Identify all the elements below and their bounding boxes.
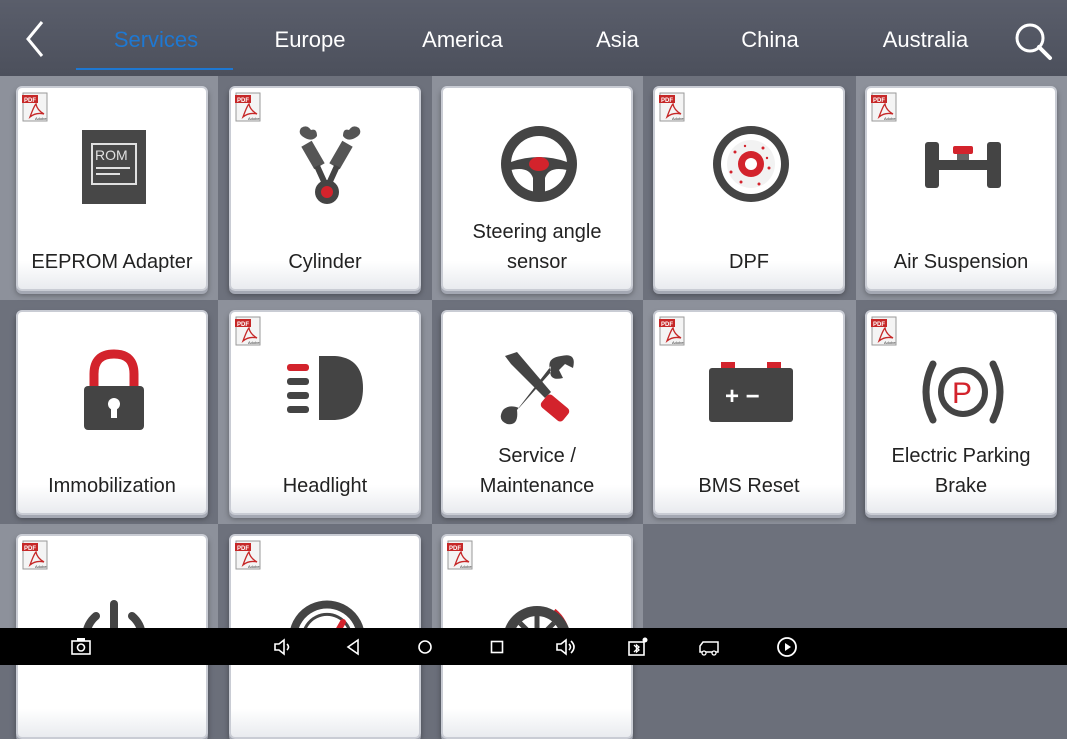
card-label: EEPROM Adapter bbox=[31, 251, 193, 273]
volume-down-icon[interactable] bbox=[272, 636, 294, 658]
steering-wheel-icon bbox=[501, 126, 577, 202]
card-label: Cylinder bbox=[288, 251, 362, 273]
svg-text:PDF: PDF bbox=[873, 322, 885, 328]
pdf-icon: PDF Adobe bbox=[22, 92, 48, 122]
card-label: Immobilization bbox=[48, 475, 176, 497]
air-suspension-icon bbox=[925, 142, 1001, 188]
svg-text:PDF: PDF bbox=[661, 322, 673, 328]
svg-text:Adobe: Adobe bbox=[248, 340, 260, 345]
headlight-icon bbox=[287, 356, 363, 420]
card-electric-parking-brake[interactable]: PDF Adobe P Electric Parking Brake bbox=[865, 310, 1057, 515]
pdf-icon: PDF Adobe bbox=[659, 316, 685, 346]
pdf-icon: PDF Adobe bbox=[235, 316, 261, 346]
card-label: Headlight bbox=[282, 475, 368, 497]
svg-text:Adobe: Adobe bbox=[884, 116, 896, 121]
card-label: Service / Maintenance bbox=[479, 445, 595, 497]
pdf-icon: PDF Adobe bbox=[447, 540, 473, 570]
battery-icon: + − bbox=[709, 362, 793, 422]
svg-text:PDF: PDF bbox=[24, 546, 36, 552]
tab-america[interactable]: America bbox=[405, 24, 520, 56]
svg-text:+ −: + − bbox=[725, 383, 760, 410]
card-service-maintenance[interactable]: Service / Maintenance bbox=[441, 310, 633, 515]
svg-text:Adobe: Adobe bbox=[248, 564, 260, 569]
pdf-icon: PDF Adobe bbox=[235, 540, 261, 570]
svg-text:PDF: PDF bbox=[661, 98, 673, 104]
pdf-icon: PDF Adobe bbox=[871, 92, 897, 122]
svg-text:Adobe: Adobe bbox=[248, 116, 260, 121]
card-label: Electric Parking Brake bbox=[891, 445, 1031, 497]
svg-text:Adobe: Adobe bbox=[884, 340, 896, 345]
top-bar: Services Europe America Asia China Austr… bbox=[0, 0, 1067, 76]
chevron-left-icon[interactable] bbox=[20, 18, 52, 60]
tab-china[interactable]: China bbox=[725, 24, 815, 56]
card-headlight[interactable]: PDF Adobe Headlight bbox=[229, 310, 421, 515]
bluetooth-vci-icon[interactable] bbox=[627, 636, 649, 658]
rom-chip-icon: ROM bbox=[78, 130, 150, 204]
svg-text:PDF: PDF bbox=[237, 98, 249, 104]
pdf-icon: PDF Adobe bbox=[659, 92, 685, 122]
svg-text:PDF: PDF bbox=[24, 98, 36, 104]
card-immobilization[interactable]: Immobilization bbox=[16, 310, 208, 515]
volume-up-icon[interactable] bbox=[555, 636, 577, 658]
card-label: DPF bbox=[729, 251, 769, 273]
tab-asia[interactable]: Asia bbox=[580, 24, 655, 56]
back-triangle-icon[interactable] bbox=[342, 636, 364, 658]
dpf-filter-icon bbox=[713, 126, 789, 202]
card-dpf[interactable]: PDF Adobe DPF bbox=[653, 86, 845, 291]
system-nav-bar bbox=[0, 628, 1067, 665]
card-eeprom-adapter[interactable]: PDF Adobe ROM EEPROM Adapter bbox=[16, 86, 208, 291]
pdf-icon: PDF Adobe bbox=[235, 92, 261, 122]
svg-text:PDF: PDF bbox=[449, 546, 461, 552]
card-label: Steering angle sensor bbox=[472, 221, 602, 273]
truck-icon[interactable] bbox=[698, 636, 720, 658]
lock-icon bbox=[84, 349, 144, 430]
search-icon[interactable] bbox=[1012, 20, 1054, 62]
svg-text:Adobe: Adobe bbox=[672, 116, 684, 121]
card-steering-angle-sensor[interactable]: Steering angle sensor bbox=[441, 86, 633, 291]
tab-australia[interactable]: Australia bbox=[868, 24, 983, 56]
svg-text:Adobe: Adobe bbox=[672, 340, 684, 345]
home-circle-icon[interactable] bbox=[414, 636, 436, 658]
card-air-suspension[interactable]: PDF Adobe Air Suspension bbox=[865, 86, 1057, 291]
card-cylinder[interactable]: PDF Adobe Cylinder bbox=[229, 86, 421, 291]
svg-text:Adobe: Adobe bbox=[35, 116, 47, 121]
svg-text:PDF: PDF bbox=[237, 322, 249, 328]
tab-europe[interactable]: Europe bbox=[255, 24, 365, 56]
card-label: BMS Reset bbox=[698, 475, 800, 497]
screenshot-icon[interactable] bbox=[70, 636, 92, 658]
active-tab-indicator bbox=[76, 68, 233, 70]
play-circle-icon[interactable] bbox=[776, 636, 798, 658]
svg-text:PDF: PDF bbox=[873, 98, 885, 104]
svg-text:PDF: PDF bbox=[237, 546, 249, 552]
wrench-screwdriver-icon bbox=[500, 352, 574, 425]
pdf-icon: PDF Adobe bbox=[871, 316, 897, 346]
card-bms-reset[interactable]: PDF Adobe + − BMS Reset bbox=[653, 310, 845, 515]
card-label: Air Suspension bbox=[893, 251, 1029, 273]
parking-brake-icon: P bbox=[922, 360, 1004, 424]
pdf-icon: PDF Adobe bbox=[22, 540, 48, 570]
svg-text:Adobe: Adobe bbox=[460, 564, 472, 569]
tab-services[interactable]: Services bbox=[96, 24, 216, 56]
recents-square-icon[interactable] bbox=[486, 636, 508, 658]
svg-text:Adobe: Adobe bbox=[35, 564, 47, 569]
svg-text:ROM: ROM bbox=[95, 147, 128, 163]
svg-text:P: P bbox=[952, 377, 972, 410]
cylinder-icon bbox=[299, 126, 361, 204]
